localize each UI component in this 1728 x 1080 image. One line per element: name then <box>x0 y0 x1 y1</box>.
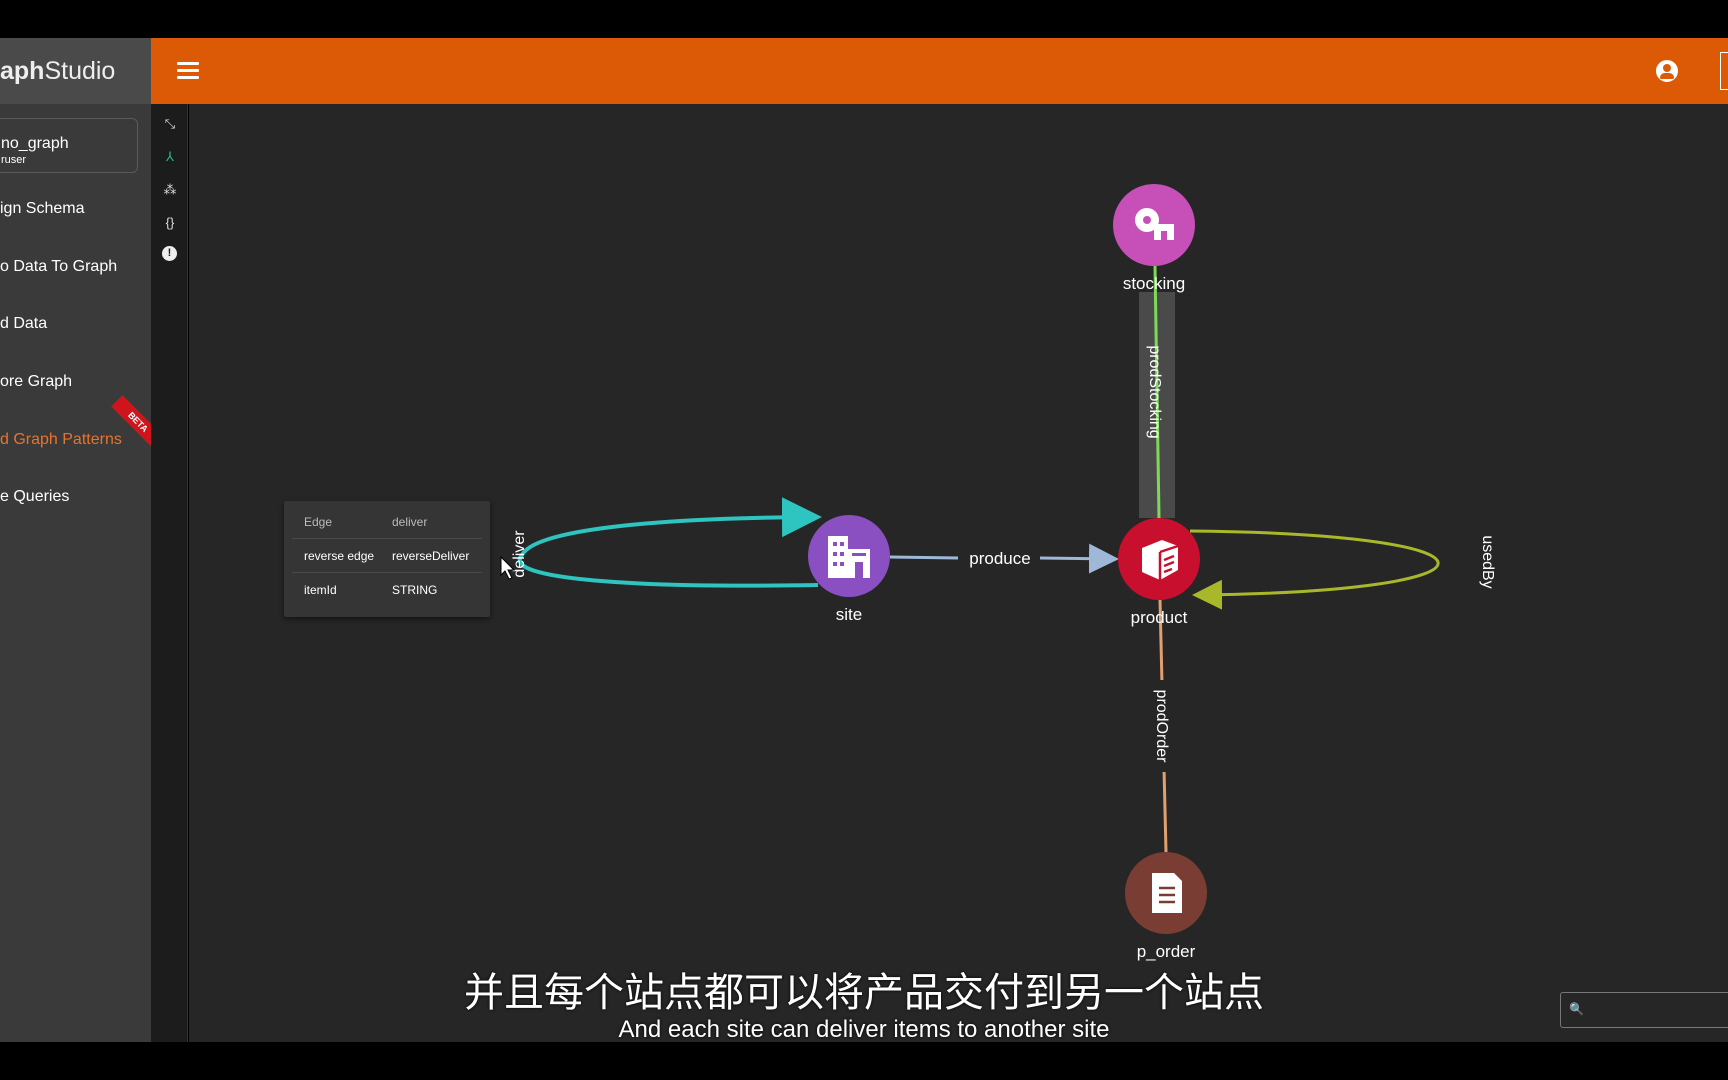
tooltip-value: deliver <box>392 514 428 529</box>
bottom-black-bar <box>0 1042 1728 1080</box>
edge-produce[interactable] <box>1039 543 1119 574</box>
edge-usedBy[interactable] <box>1189 529 1440 610</box>
subtitle-english: And each site can deliver items to anoth… <box>618 1016 1110 1043</box>
node-stocking[interactable]: stocking <box>1113 184 1195 293</box>
tooltip-value: STRING <box>392 583 438 597</box>
tooltip-key: itemId <box>304 583 337 597</box>
tooltip-value: reverseDeliver <box>392 548 470 563</box>
node-product[interactable]: product <box>1118 518 1200 627</box>
node-p_order[interactable]: p_order <box>1125 852 1207 961</box>
edge-tooltip: Edge deliver reverse edge reverseDeliver i… <box>284 501 490 617</box>
edge-label-produce[interactable]: produce <box>969 549 1030 568</box>
edge-label-usedBy[interactable]: usedBy <box>1479 535 1496 588</box>
node-site[interactable]: site <box>808 515 890 624</box>
edge-deliver[interactable] <box>517 497 822 588</box>
subtitle-chinese: 并且每个站点都可以将产品交付到另一个站点 <box>464 971 1264 1015</box>
node-label: p_order <box>1137 942 1196 961</box>
document-icon <box>1152 873 1182 913</box>
tooltip-key: Edge <box>304 514 333 529</box>
tooltip-row: itemId STRING <box>292 573 482 607</box>
tooltip-row: Edge deliver <box>292 505 482 539</box>
tooltip-row: reverse edge reverseDeliver <box>292 539 482 573</box>
node-label: product <box>1131 608 1188 627</box>
node-label: stocking <box>1123 274 1185 293</box>
edge-label-prodStocking[interactable]: prodStocking <box>1146 345 1163 438</box>
edge-label-prodOrder[interactable]: prodOrder <box>1153 690 1170 764</box>
schema-graph: prodStocking produce usedBy prodOrder de… <box>500 184 1496 961</box>
tooltip-key: reverse edge <box>304 548 375 563</box>
node-label: site <box>836 605 862 624</box>
